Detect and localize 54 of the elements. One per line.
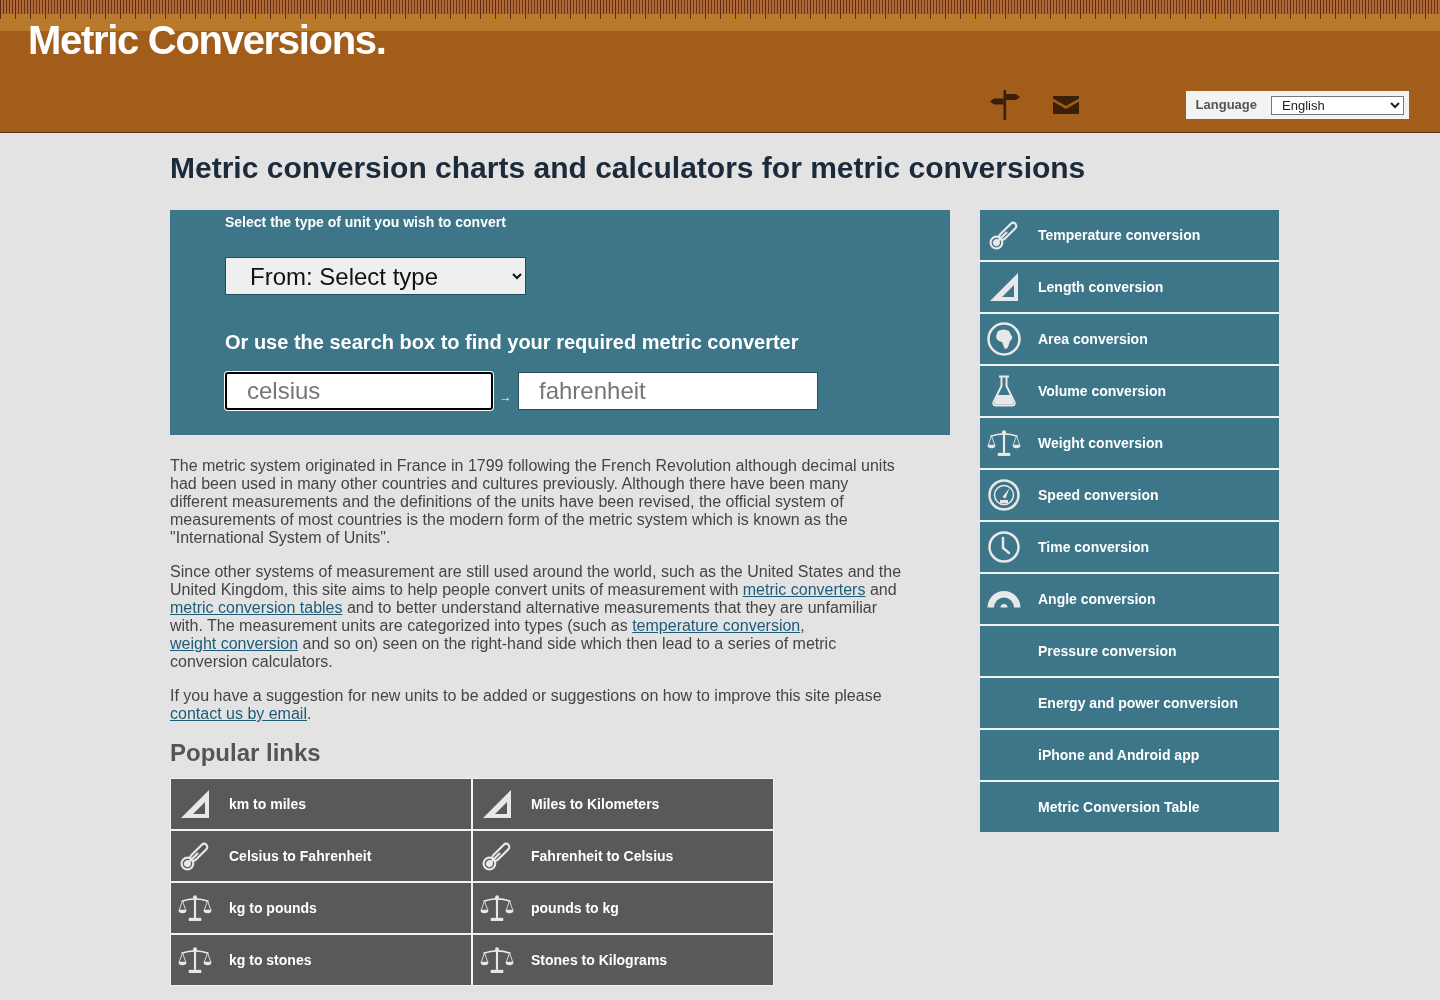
- popular-link[interactable]: Celsius to Fahrenheit: [171, 831, 471, 881]
- text-link[interactable]: metric conversion tables: [170, 599, 343, 616]
- popular-link[interactable]: kg to pounds: [171, 883, 471, 933]
- search-field[interactable]: celsius: [225, 372, 493, 410]
- sidebar-link[interactable]: Time conversion: [980, 522, 1279, 572]
- converter-label: Select the type of unit you wish to convert: [225, 213, 507, 232]
- sidebar-link[interactable]: Weight conversion: [980, 418, 1279, 468]
- popular-link[interactable]: km to miles: [171, 779, 471, 829]
- page-title: Metric conversion charts and calculators for metric conversions: [170, 150, 1087, 186]
- popular-link[interactable]: Miles to Kilometers: [473, 779, 773, 829]
- popular-link[interactable]: Stones to Kilograms: [473, 935, 773, 985]
- sidebar-link[interactable]: Pressure conversion: [980, 626, 1279, 676]
- scales-icon: [480, 945, 514, 975]
- popular-link[interactable]: kg to stones: [171, 935, 471, 985]
- paragraph: The metric system originated in France in 1799 following the French Revolution although decimal units had been used in many other countries and cultures previously. Although there have been many different measurements and the definitions of the units have been revised, the official system of measurements of most countries is the modern form of the metric system which is known as the "International System of Units".: [170, 457, 896, 547]
- clock-icon: [988, 531, 1020, 563]
- sidebar-link[interactable]: iPhone and Android app: [980, 730, 1279, 780]
- scales-icon: [178, 945, 212, 975]
- sidebar-link[interactable]: Temperature conversion: [980, 210, 1279, 260]
- thermometer-icon: [989, 220, 1019, 250]
- text-link[interactable]: temperature conversion: [632, 617, 801, 634]
- popular-link[interactable]: Fahrenheit to Celsius: [473, 831, 773, 881]
- site-logo[interactable]: Metric Conversions.: [28, 17, 386, 63]
- paragraph: If you have a suggestion for new units to be added or suggestions on how to improve this site please contact us by email.: [170, 687, 883, 723]
- signpost-icon[interactable]: [989, 90, 1020, 120]
- arrow-text: →: [498, 390, 513, 404]
- scales-icon: [480, 893, 514, 923]
- sidebar-link[interactable]: Angle conversion: [980, 574, 1279, 624]
- thermometer-icon: [482, 841, 512, 871]
- text-link[interactable]: contact us by email: [170, 705, 307, 722]
- scales-icon: [178, 893, 212, 923]
- text-link[interactable]: metric converters: [742, 581, 866, 598]
- sidebar-link[interactable]: Metric Conversion Table: [980, 782, 1279, 832]
- unit-type-select[interactable]: From: Select type: [225, 257, 526, 295]
- sidebar-link[interactable]: Volume conversion: [980, 366, 1279, 416]
- section-heading: Popular links: [170, 739, 322, 767]
- popular-link[interactable]: pounds to kg: [473, 883, 773, 933]
- paragraph: Since other systems of measurement are still used around the world, such as the United States and the United Kingdom, this site aims to help people convert units of measurement with metric converters and metric conversion tables and to better understand alternative measurements that they are unfamiliar with. The measurement units are categorized into types (such as temperature conversion, weight conversion and so on) seen on the right-hand side which then lead to a series of metric conversion calculators.: [170, 563, 903, 671]
- thermometer-icon: [180, 841, 210, 871]
- globe-icon: [987, 322, 1021, 356]
- language-label: Language: [1195, 96, 1257, 115]
- sidebar-link[interactable]: Speed conversion: [980, 470, 1279, 520]
- sidebar-link[interactable]: Length conversion: [980, 262, 1279, 312]
- text-link[interactable]: weight conversion: [170, 635, 299, 652]
- sidebar-link[interactable]: Area conversion: [980, 314, 1279, 364]
- scales-icon: [987, 428, 1021, 458]
- protractor-icon: [987, 590, 1021, 608]
- language-select[interactable]: English: [1271, 95, 1404, 115]
- flask-icon: [991, 375, 1017, 407]
- envelope-icon[interactable]: [1052, 96, 1079, 114]
- sidebar-link[interactable]: Energy and power conversion: [980, 678, 1279, 728]
- gauge-icon: [988, 479, 1020, 511]
- search-heading: Or use the search box to find your required metric converter: [225, 330, 800, 354]
- search-field[interactable]: fahrenheit: [518, 372, 818, 410]
